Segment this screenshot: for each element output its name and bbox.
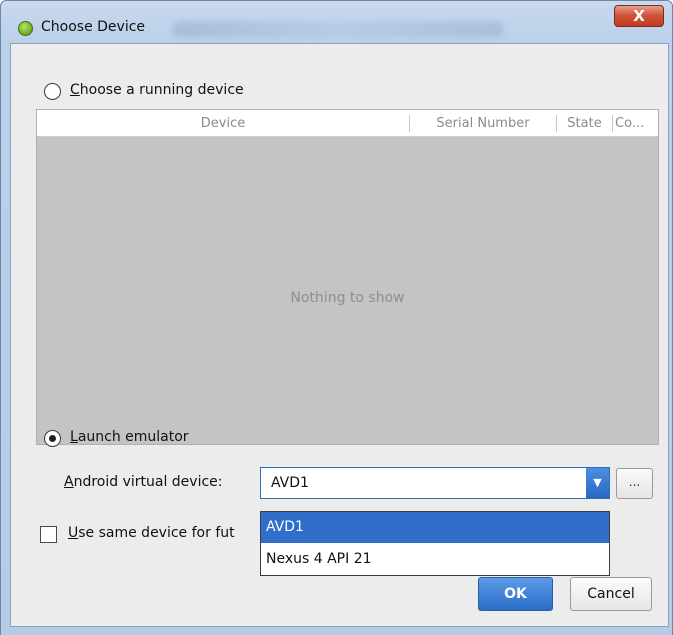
column-device[interactable]: Device xyxy=(37,110,409,137)
choose-device-dialog: Choose Device X Choose a running device … xyxy=(0,0,673,635)
window-title: Choose Device xyxy=(41,19,146,35)
column-compatible[interactable]: Co... xyxy=(613,110,657,137)
android-studio-icon xyxy=(18,21,33,36)
avd-combobox[interactable]: AVD1 ▼ xyxy=(260,467,610,499)
title-bar[interactable]: Choose Device X xyxy=(1,1,672,37)
android-virtual-device-label: Android virtual device: xyxy=(64,474,223,490)
choose-running-device-label[interactable]: Choose a running device xyxy=(70,82,244,98)
column-serial-number[interactable]: Serial Number xyxy=(410,110,556,137)
avd-option-nexus-4-api-21[interactable]: Nexus 4 API 21 xyxy=(261,544,609,575)
dialog-content: Choose a running device Device Serial Nu… xyxy=(10,43,669,627)
choose-running-device-radio[interactable] xyxy=(44,83,61,100)
launch-emulator-radio[interactable] xyxy=(44,430,61,447)
empty-table-message: Nothing to show xyxy=(290,290,405,306)
avd-dropdown-list: AVD1 Nexus 4 API 21 xyxy=(260,511,610,576)
launch-emulator-label[interactable]: Launch emulator xyxy=(70,429,189,445)
ok-button[interactable]: OK xyxy=(478,577,553,611)
running-devices-table[interactable]: Device Serial Number State Co... Nothing… xyxy=(36,109,659,445)
close-button[interactable]: X xyxy=(614,5,664,27)
avd-option-avd1[interactable]: AVD1 xyxy=(261,512,609,543)
blurred-title-background xyxy=(173,21,503,37)
cancel-button[interactable]: Cancel xyxy=(570,577,652,611)
avd-selected-value: AVD1 xyxy=(271,475,309,491)
column-state[interactable]: State xyxy=(557,110,612,137)
use-same-device-label[interactable]: Use same device for fut xyxy=(68,525,260,541)
chevron-down-icon[interactable]: ▼ xyxy=(586,468,609,498)
manage-avd-button[interactable]: ... xyxy=(616,468,653,499)
window-bottom-border xyxy=(1,628,672,635)
table-header: Device Serial Number State Co... xyxy=(37,110,658,137)
use-same-device-checkbox[interactable] xyxy=(40,526,57,543)
